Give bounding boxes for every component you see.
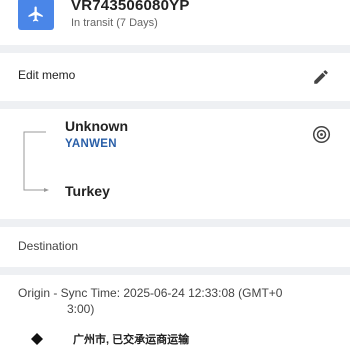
divider — [0, 219, 350, 227]
event-description: 广州市, 已交承运商运输 — [73, 334, 190, 346]
tracking-number: VR743506080YP — [71, 0, 190, 14]
plane-icon — [28, 6, 43, 22]
origin-sync-label: Origin - Sync Time: 2025-06-24 12:33:08 … — [18, 285, 340, 317]
divider — [0, 267, 350, 275]
route-connector — [23, 131, 49, 192]
carrier-name[interactable]: YANWEN — [65, 138, 117, 150]
destination-country: Turkey — [65, 183, 110, 199]
event-diamond-icon — [31, 333, 43, 345]
pencil-icon[interactable] — [312, 68, 330, 91]
edit-memo-label: Edit memo — [18, 68, 76, 82]
divider — [0, 45, 350, 53]
route-card — [0, 109, 350, 219]
origin-sync-text: Origin - Sync Time: 2025-06-24 12:33:08 … — [18, 286, 283, 300]
divider — [0, 101, 350, 109]
origin-sync-text-wrap: 3:00) — [67, 302, 95, 316]
plane-icon-badge — [18, 0, 54, 30]
destination-label: Destination — [18, 239, 79, 253]
transit-status: In transit (7 Days) — [71, 17, 158, 29]
target-icon[interactable] — [312, 125, 331, 149]
shipment-header[interactable]: VR743506080YP In transit (7 Days) — [0, 0, 350, 45]
origin-country: Unknown — [65, 118, 128, 134]
